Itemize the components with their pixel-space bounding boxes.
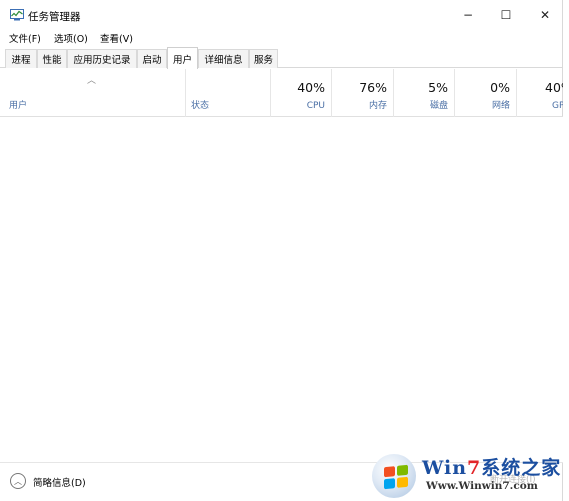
- menu-file[interactable]: 文件(F): [9, 31, 41, 45]
- maximize-icon: ☐: [500, 8, 512, 22]
- close-button[interactable]: ✕: [525, 0, 565, 30]
- window-title: 任务管理器: [28, 11, 81, 23]
- tab-performance[interactable]: 性能: [37, 49, 67, 68]
- column-status[interactable]: 状态: [186, 69, 271, 117]
- column-header: ︿ 用户 状态 40% CPU 76% 内存 5% 磁盘 0% 网络 40% G…: [0, 69, 563, 117]
- network-percent: 0%: [490, 80, 510, 95]
- chevron-up-circle-icon[interactable]: ︿: [10, 473, 26, 489]
- tab-users[interactable]: 用户: [167, 47, 198, 69]
- column-disk[interactable]: 5% 磁盘: [394, 69, 455, 117]
- column-network-label: 网络: [491, 101, 510, 111]
- menu-bar: 文件(F) 选项(O) 查看(V): [0, 30, 563, 46]
- column-network[interactable]: 0% 网络: [455, 69, 517, 117]
- users-list[interactable]: [0, 117, 563, 462]
- watermark-url: Www.Winwin7.com: [426, 480, 538, 492]
- cpu-percent: 40%: [297, 80, 325, 95]
- column-cpu[interactable]: 40% CPU: [271, 69, 332, 117]
- watermark-brand-seven: 7: [467, 457, 482, 479]
- column-gpu[interactable]: 40% GPU: [517, 69, 563, 117]
- column-disk-label: 磁盘: [429, 101, 448, 111]
- tab-startup[interactable]: 启动: [137, 49, 167, 68]
- column-cpu-label: CPU: [306, 101, 325, 111]
- menu-options[interactable]: 选项(O): [54, 31, 88, 45]
- task-manager-window: 任务管理器 − ☐ ✕ 文件(F) 选项(O) 查看(V) 进程 性能 应用历史…: [0, 0, 563, 501]
- fewer-details-link[interactable]: 简略信息(D): [33, 475, 86, 489]
- tab-services[interactable]: 服务: [249, 49, 278, 68]
- memory-percent: 76%: [359, 80, 387, 95]
- disk-percent: 5%: [428, 80, 448, 95]
- gpu-percent: 40%: [545, 80, 563, 95]
- watermark-brand-rest: 系统之家: [481, 457, 562, 479]
- minimize-button[interactable]: −: [448, 0, 488, 30]
- maximize-button[interactable]: ☐: [486, 0, 526, 30]
- close-icon: ✕: [539, 8, 551, 22]
- tab-details[interactable]: 详细信息: [198, 49, 249, 68]
- minimize-icon: −: [462, 8, 474, 22]
- watermark: 断开连接(I) Win7系统之家 Www.Winwin7.com: [370, 450, 569, 501]
- watermark-brand-win: Win: [422, 457, 468, 479]
- column-memory-label: 内存: [368, 101, 387, 111]
- menu-view[interactable]: 查看(V): [100, 31, 133, 45]
- task-manager-app-icon: [10, 9, 24, 21]
- column-gpu-label: GPU: [552, 101, 563, 111]
- column-memory[interactable]: 76% 内存: [332, 69, 394, 117]
- windows-logo-icon: [372, 454, 416, 498]
- column-user[interactable]: ︿ 用户: [0, 69, 186, 117]
- tab-processes[interactable]: 进程: [5, 49, 37, 68]
- tab-app-history[interactable]: 应用历史记录: [67, 49, 137, 68]
- watermark-brand: Win7系统之家: [422, 453, 561, 480]
- title-bar: 任务管理器 − ☐ ✕: [0, 0, 563, 30]
- column-user-label: 用户: [9, 101, 28, 111]
- column-status-label: 状态: [191, 101, 210, 111]
- sort-up-icon: ︿: [87, 76, 97, 86]
- tab-bar: 进程 性能 应用历史记录 启动 用户 详细信息 服务: [0, 47, 563, 69]
